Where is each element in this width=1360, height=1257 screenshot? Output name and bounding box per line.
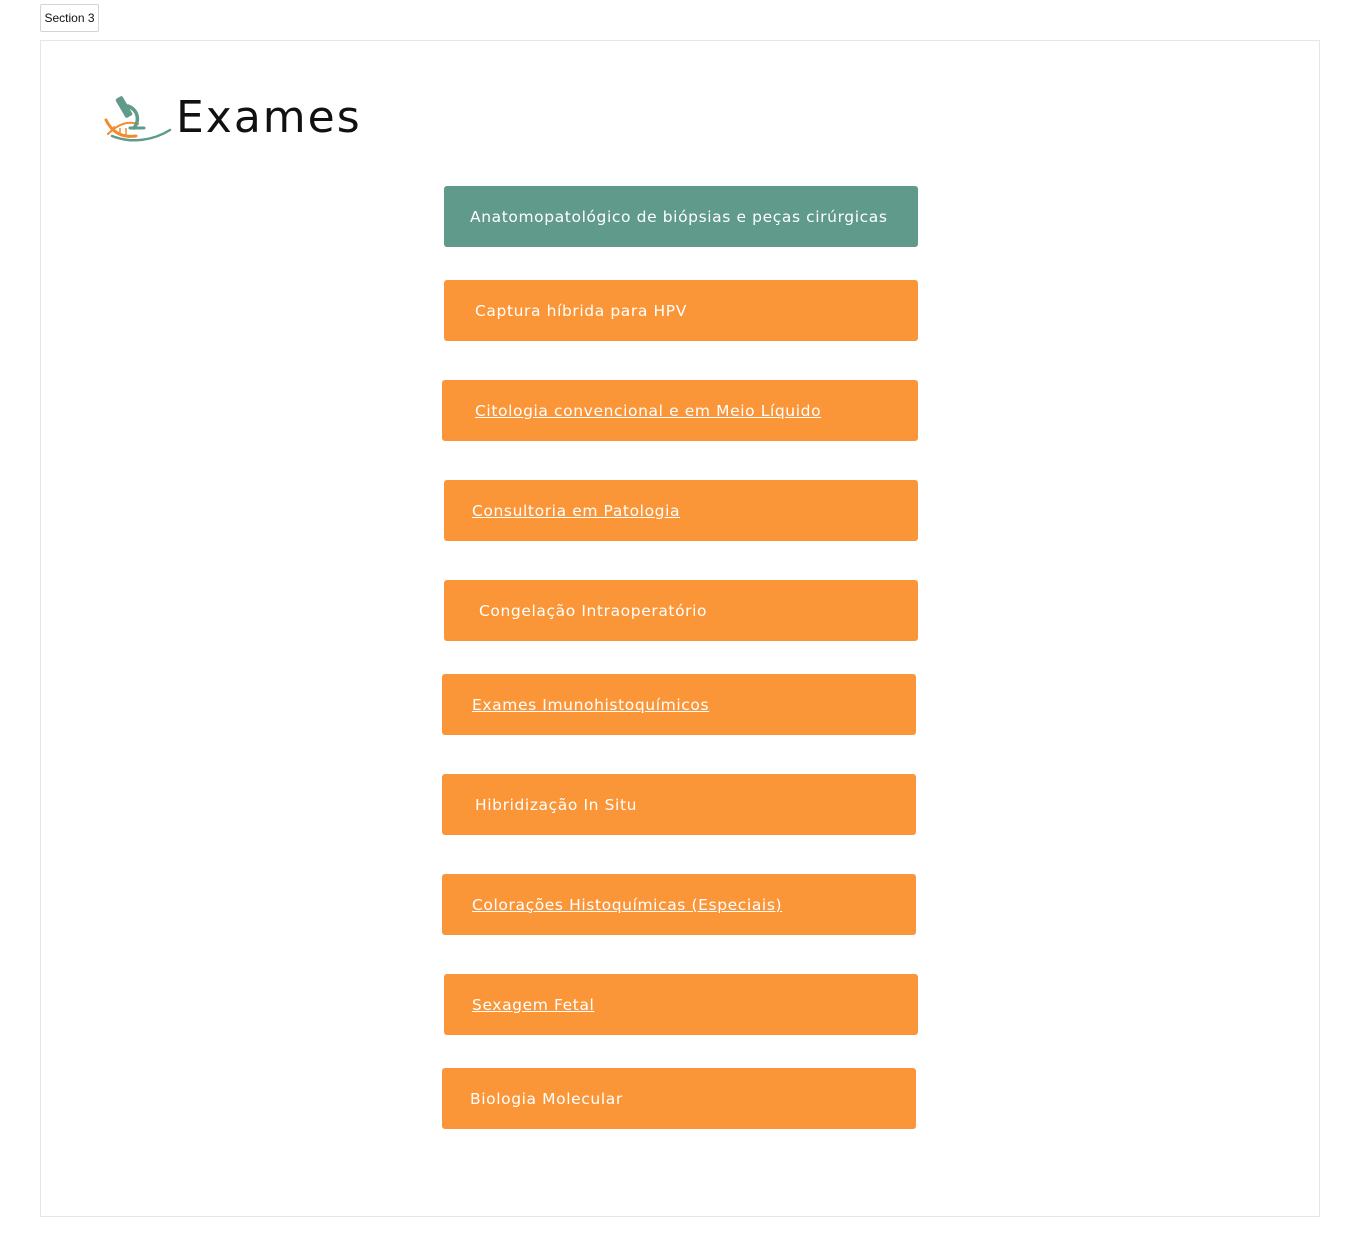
microscope-dna-icon: [104, 96, 172, 142]
exam-button-label: Captura híbrida para HPV: [475, 301, 687, 320]
exam-button-sexagem-fetal[interactable]: Sexagem Fetal: [444, 974, 918, 1035]
exam-button-label: Congelação Intraoperatório: [479, 601, 708, 620]
exam-button-label: Colorações Histoquímicas (Especiais): [472, 895, 783, 914]
exam-button-label: Biologia Molecular: [470, 1089, 623, 1108]
exam-button-biologia-molecular[interactable]: Biologia Molecular: [442, 1068, 916, 1129]
exam-button-citologia[interactable]: Citologia convencional e em Meio Líquido: [442, 380, 918, 441]
exam-button-captura-hibrida[interactable]: Captura híbrida para HPV: [444, 280, 918, 341]
exam-button-label: Exames Imunohistoquímicos: [472, 695, 710, 714]
exam-button-label: Hibridização In Situ: [475, 795, 638, 814]
exam-button-label: Anatomopatológico de biópsias e peças ci…: [470, 207, 888, 226]
section-tab[interactable]: Section 3: [40, 4, 99, 32]
exam-button-anatomopatologico[interactable]: Anatomopatológico de biópsias e peças ci…: [444, 186, 918, 247]
exam-button-label: Consultoria em Patologia: [472, 501, 681, 520]
exam-button-coloracoes[interactable]: Colorações Histoquímicas (Especiais): [442, 874, 916, 935]
exam-button-imunohistoquimicos[interactable]: Exames Imunohistoquímicos: [442, 674, 916, 735]
exam-button-hibridizacao[interactable]: Hibridização In Situ: [442, 774, 916, 835]
exam-button-congelacao[interactable]: Congelação Intraoperatório: [444, 580, 918, 641]
page-title: Exames: [176, 92, 362, 143]
exam-button-consultoria[interactable]: Consultoria em Patologia: [444, 480, 918, 541]
exam-button-label: Citologia convencional e em Meio Líquido: [475, 401, 822, 420]
exam-button-label: Sexagem Fetal: [472, 995, 595, 1014]
